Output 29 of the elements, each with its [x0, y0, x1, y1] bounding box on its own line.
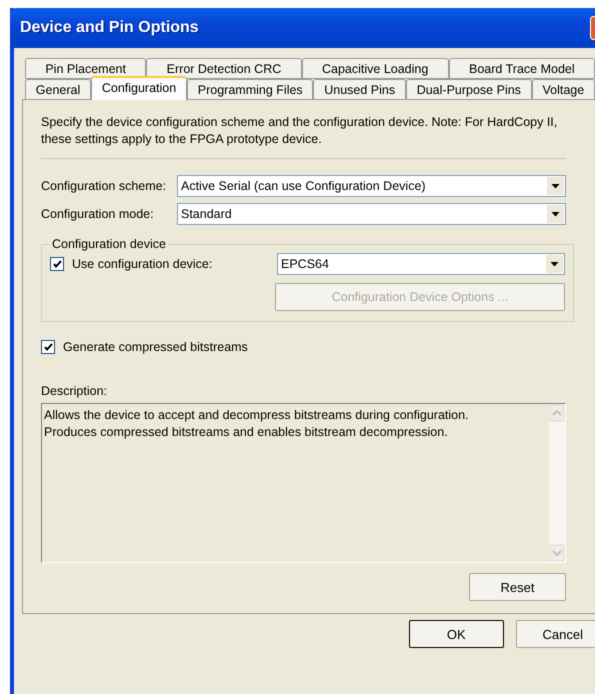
checkbox-label[interactable]: Use configuration device:	[72, 257, 212, 271]
description-text: Produces compressed bitstreams and enables bitstream decompression.	[44, 424, 449, 441]
tab[interactable]: Pin Placement	[25, 58, 146, 79]
group-title: Configuration device	[51, 237, 167, 251]
tab[interactable]: Capacitive Loading	[302, 58, 449, 79]
dropdown[interactable]: EPCS64	[277, 253, 565, 275]
cancel-button[interactable]: Cancel	[516, 620, 595, 648]
dropdown[interactable]: Active Serial (can use Configuration Device)	[177, 175, 566, 197]
dropdown[interactable]: Standard	[177, 203, 566, 225]
tab[interactable]: Dual-Purpose Pins	[406, 79, 532, 100]
tab[interactable]: Board Trace Model	[448, 58, 595, 79]
ok-button[interactable]: OK	[409, 620, 504, 648]
checkbox[interactable]	[50, 257, 64, 271]
tab[interactable]: Configuration	[91, 76, 187, 100]
window-title: Device and Pin Options	[20, 19, 199, 37]
field-label: Configuration mode:	[41, 207, 155, 221]
tab[interactable]: Unused Pins	[313, 79, 406, 100]
tab[interactable]: Voltage	[532, 79, 595, 100]
tab[interactable]: Error Detection CRC	[146, 58, 302, 79]
checkbox-label[interactable]: Generate compressed bitstreams	[63, 340, 248, 354]
intro-text: Specify the device configuration scheme and the configuration device. Note: For HardCopy II, these settings apply to the FPGA prototype device.	[41, 114, 566, 159]
tab[interactable]: General	[25, 79, 92, 100]
reset-button[interactable]: Reset	[469, 573, 566, 601]
field-label: Configuration scheme:	[41, 179, 168, 193]
tab[interactable]: Programming Files	[187, 79, 314, 100]
description-text: Allows the device to accept and decompress bitstreams during configuration.	[44, 407, 470, 424]
checkbox[interactable]	[41, 340, 55, 354]
description-label: Description:	[41, 384, 108, 398]
scrollbar[interactable]	[549, 404, 565, 562]
